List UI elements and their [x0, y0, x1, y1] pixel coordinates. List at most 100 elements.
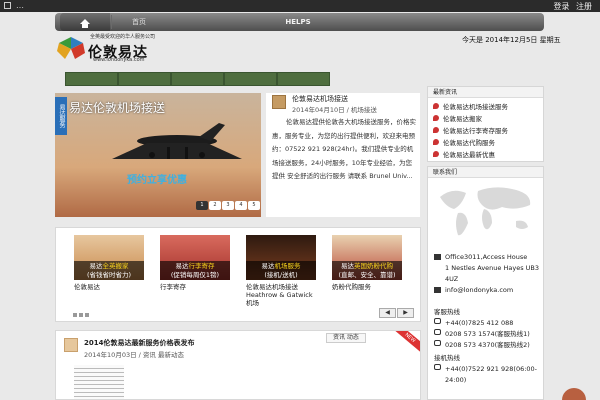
subnav-tab-1[interactable] [65, 72, 118, 86]
post-icon [64, 338, 78, 352]
service-image[interactable]: 易达英国奶粉代购 (直邮、安全、靠谱) [332, 235, 402, 280]
caption-sub: (直邮、安全、靠谱) [338, 271, 396, 279]
phone-icon [434, 340, 441, 346]
service-image[interactable]: 易达行李寄存 (促销每周仅1镑) [160, 235, 230, 280]
news-link[interactable]: 伦敦易达搬家 [443, 115, 482, 123]
pager-dot[interactable] [73, 313, 77, 317]
logo-url: www.londonyka.com [93, 57, 145, 63]
phone-3[interactable]: 0208 573 4370(客服热线2) [445, 340, 530, 351]
services-carousel: 易达全英搬家 (省钱省时省力) 伦敦易达 易达行李寄存 (促销每周仅1镑) 行李寄存… [55, 227, 421, 322]
package-icon [272, 95, 286, 109]
home-icon [80, 19, 90, 28]
carousel-arrows: ◀ ▶ [378, 308, 414, 318]
service-title[interactable]: 行李寄存 [160, 283, 230, 291]
subnav-tab-5[interactable] [277, 72, 330, 86]
featured-title[interactable]: 伦敦易达机场接送 [292, 94, 348, 104]
phone-icon [434, 364, 441, 370]
subnav-tab-4[interactable] [224, 72, 277, 86]
caption-prefix: 易达 [341, 262, 354, 270]
sidebar-news-item[interactable]: 伦敦易达代购服务 [433, 137, 538, 149]
subnav-tab-2[interactable] [118, 72, 171, 86]
site-logo[interactable]: 全英最受欢迎的华人服务公司 伦敦易达 www.londonyka.com [57, 33, 169, 63]
menu-dots[interactable]: … [16, 1, 25, 10]
email-row[interactable]: info@londonyka.com [434, 285, 513, 296]
pin-icon [433, 115, 439, 121]
pager-dot[interactable] [85, 313, 89, 317]
nav-item-helps[interactable]: HELPS [277, 13, 319, 31]
nav-item-7[interactable] [367, 13, 407, 31]
address-line-1: Office3011,Access House [445, 253, 528, 261]
caption-sub: (接机/送机) [264, 271, 298, 279]
service-title[interactable]: 伦敦易达机场接送Heathrow & Gatwick机场 [246, 283, 316, 307]
post-category[interactable]: 资讯 动态 [326, 333, 366, 343]
sidebar-news-item[interactable]: 伦敦易达机场接送服务 [433, 101, 538, 113]
nav-home-button[interactable] [60, 13, 110, 31]
caption-highlight: 英国奶粉代购 [354, 262, 393, 270]
slider-pager: 12345 [196, 200, 261, 210]
sidebar-news-item[interactable]: 伦敦易达行李寄存服务 [433, 125, 538, 137]
world-map-icon [440, 187, 531, 236]
slider-dot-4[interactable]: 4 [235, 201, 247, 210]
caption-prefix: 易达 [175, 262, 189, 270]
pin-icon [433, 139, 439, 145]
service-image[interactable]: 易达全英搬家 (省钱省时省力) [74, 235, 144, 280]
service-card[interactable]: 易达英国奶粉代购 (直邮、安全、靠谱) 奶粉代购服务 [332, 235, 402, 291]
sidebar-news-item[interactable]: 伦敦易达搬家 [433, 113, 538, 125]
phone-1[interactable]: +44(0)7825 412 088 [445, 318, 513, 329]
logo-tagline: 全英最受欢迎的华人服务公司 [90, 34, 156, 40]
post-title[interactable]: 2014伦敦易达最新服务价格表发布 [84, 338, 194, 348]
post-meta: 2014年10月03日 / 资讯 最新动态 [84, 351, 184, 359]
nav-item-2[interactable] [205, 13, 245, 31]
slider-title: 易达伦敦机场接送 [69, 101, 166, 115]
carousel-next-button[interactable]: ▶ [397, 308, 414, 318]
news-link[interactable]: 伦敦易达行李寄存服务 [443, 127, 508, 135]
phone-4[interactable]: +44(0)7522 921 928(06:00-24:00) [445, 364, 543, 386]
nav-divider [111, 15, 112, 29]
address-line-2: 1 Nestles Avenue Hayes UB3 4UZ [445, 264, 539, 283]
service-title[interactable]: 伦敦易达 [74, 283, 144, 291]
slider-side-tag: 易达服务 [55, 97, 67, 135]
featured-meta: 2014年04月10日 / 机场接送 [292, 106, 377, 114]
slider-dot-1[interactable]: 1 [196, 201, 208, 210]
email-link[interactable]: info@londonyka.com [434, 286, 513, 294]
news-link[interactable]: 伦敦易达机场接送服务 [443, 103, 508, 111]
nav-item-1[interactable]: 首页 [119, 13, 159, 31]
back-to-top-button[interactable] [562, 388, 586, 400]
home-icon[interactable] [4, 2, 11, 9]
nav-item-8[interactable] [407, 13, 447, 31]
caption-prefix: 易达 [89, 262, 103, 270]
post-thumbnail[interactable] [74, 365, 124, 399]
service-title[interactable]: 奶粉代购服务 [332, 283, 402, 291]
slider-dot-2[interactable]: 2 [209, 201, 221, 210]
service-card[interactable]: 易达行李寄存 (促销每周仅1镑) 行李寄存 [160, 235, 230, 291]
service-card[interactable]: 易达全英搬家 (省钱省时省力) 伦敦易达 [74, 235, 144, 291]
airplane-icon [112, 123, 242, 159]
sidebar-news-item[interactable]: 伦敦易达最新优惠 [433, 149, 538, 161]
carousel-pager [73, 311, 91, 319]
admin-bar: … 登录 注册 [0, 0, 600, 12]
service-image[interactable]: 易达机场服务 (接机/送机) [246, 235, 316, 280]
phone-label-2: 接机热线 [434, 354, 460, 362]
pin-icon [433, 127, 439, 133]
slider-dot-3[interactable]: 3 [222, 201, 234, 210]
caption-highlight: 全英搬家 [102, 262, 129, 270]
service-card[interactable]: 易达机场服务 (接机/送机) 伦敦易达机场接送Heathrow & Gatwick… [246, 235, 316, 307]
hero-slider[interactable]: 易达服务 易达伦敦机场接送 预约立享优惠 12345 [55, 93, 261, 217]
nav-item-6[interactable] [323, 13, 363, 31]
login-register[interactable]: 登录 注册 [553, 1, 592, 12]
slider-subtitle: 预约立享优惠 [127, 175, 187, 186]
news-link[interactable]: 伦敦易达代购服务 [443, 139, 495, 147]
mail-icon [434, 287, 441, 293]
slider-dot-5[interactable]: 5 [248, 201, 260, 210]
subnav-tab-3[interactable] [171, 72, 224, 86]
pager-dot[interactable] [79, 313, 83, 317]
phone-2[interactable]: 0208 573 1574(客服热线1) [445, 329, 530, 340]
phone-icon [434, 318, 441, 324]
carousel-prev-button[interactable]: ◀ [379, 308, 396, 318]
news-post: 2014伦敦易达最新服务价格表发布 2014年10月03日 / 资讯 最新动态 … [55, 330, 421, 400]
date-text: 今天是 2014年12月5日 星期五 [462, 36, 561, 44]
contact-title: 联系我们 [428, 167, 543, 178]
phone-icon [434, 329, 441, 335]
address-row: Office3011,Access House [434, 252, 527, 263]
news-link[interactable]: 伦敦易达最新优惠 [443, 151, 495, 159]
